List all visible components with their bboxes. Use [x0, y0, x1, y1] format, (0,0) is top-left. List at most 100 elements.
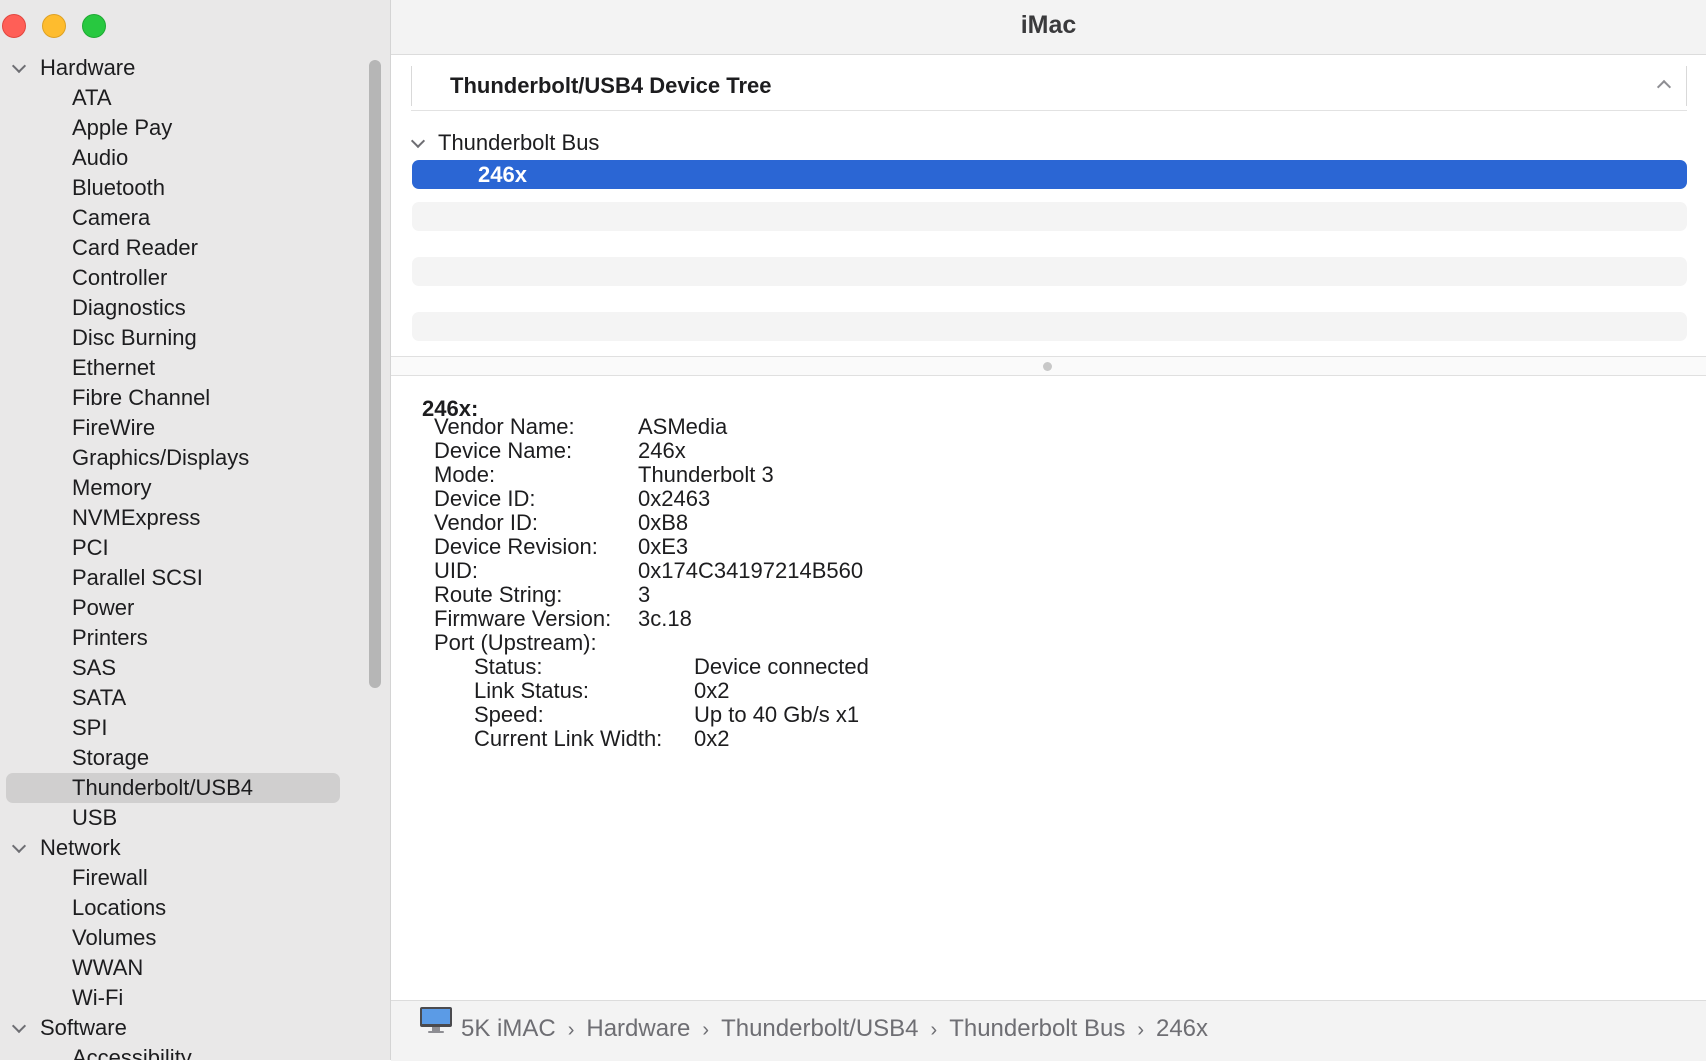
split-view-divider[interactable]	[391, 356, 1706, 376]
sidebar-item-bluetooth[interactable]: Bluetooth	[0, 173, 390, 203]
sidebar-item-power[interactable]: Power	[0, 593, 390, 623]
sidebar-item-wi-fi[interactable]: Wi-Fi	[0, 983, 390, 1013]
sidebar-item-volumes[interactable]: Volumes	[0, 923, 390, 953]
sidebar-item-firewire[interactable]: FireWire	[0, 413, 390, 443]
chevron-right-icon: ›	[567, 1019, 575, 1041]
sidebar-item-label: SATA	[72, 685, 127, 710]
sidebar-group-label: Software	[40, 1015, 127, 1040]
property-label: Device ID:	[434, 486, 536, 511]
tree-empty-row	[412, 312, 1687, 341]
sidebar-item-label: Ethernet	[72, 355, 156, 380]
sidebar-item-thunderbolt-usb4[interactable]: Thunderbolt/USB4	[0, 773, 390, 803]
property-label: Vendor ID:	[434, 510, 538, 535]
sidebar-group-network[interactable]: Network	[0, 833, 390, 863]
chevron-down-icon[interactable]	[11, 838, 27, 854]
property-value: 0x174C34197214B560	[638, 558, 864, 583]
sidebar-item-memory[interactable]: Memory	[0, 473, 390, 503]
chevron-down-icon[interactable]	[11, 1018, 27, 1034]
sidebar-item-label: USB	[72, 805, 118, 830]
sidebar-item-firewall[interactable]: Firewall	[0, 863, 390, 893]
breadcrumb-item[interactable]: Thunderbolt Bus	[949, 1015, 1125, 1042]
sidebar-item-ata[interactable]: ATA	[0, 83, 390, 113]
sidebar-item-label: Controller	[72, 265, 168, 290]
breadcrumb-item[interactable]: Thunderbolt/USB4	[721, 1015, 918, 1042]
sidebar-group-hardware[interactable]: Hardware	[0, 53, 390, 83]
device-tree-header: Thunderbolt/USB4 Device Tree	[411, 66, 1687, 111]
sidebar-item-label: Disc Burning	[72, 325, 197, 350]
property-value: 0x2463	[638, 486, 711, 511]
port-property-label: Status:	[474, 654, 543, 679]
chevron-right-icon: ›	[930, 1019, 938, 1041]
sidebar-item-nvmexpress[interactable]: NVMExpress	[0, 503, 390, 533]
sidebar-item-fibre-channel[interactable]: Fibre Channel	[0, 383, 390, 413]
chevron-down-icon[interactable]	[11, 58, 27, 74]
sidebar-group-software[interactable]: Software	[0, 1013, 390, 1043]
sidebar-item-pci[interactable]: PCI	[0, 533, 390, 563]
sidebar-item-label: Wi-Fi	[72, 985, 124, 1010]
header-divider	[411, 66, 412, 106]
close-window-button[interactable]	[2, 14, 26, 38]
property-label: Device Revision:	[434, 534, 598, 559]
minimize-window-button[interactable]	[42, 14, 66, 38]
port-property-value: 0x2	[694, 678, 730, 703]
sidebar-item-spi[interactable]: SPI	[0, 713, 390, 743]
sidebar-item-sas[interactable]: SAS	[0, 653, 390, 683]
sidebar-group-label: Network	[40, 835, 121, 860]
main-pane: iMac Thunderbolt/USB4 Device Tree Thunde…	[391, 0, 1706, 1061]
sidebar-item-disc-burning[interactable]: Disc Burning	[0, 323, 390, 353]
chevron-up-icon[interactable]	[1656, 79, 1672, 95]
sidebar-list: Hardware ATA Apple Pay Audio Bluetooth Camera…	[0, 53, 390, 1060]
sidebar-item-accessibility[interactable]: Accessibility	[0, 1043, 390, 1060]
sidebar-item-camera[interactable]: Camera	[0, 203, 390, 233]
sidebar-item-label: PCI	[72, 535, 109, 560]
chevron-right-icon: ›	[702, 1019, 710, 1041]
sidebar-item-locations[interactable]: Locations	[0, 893, 390, 923]
tree-row-device-selected[interactable]: 246x	[412, 160, 1687, 189]
sidebar-item-label: Thunderbolt/USB4	[72, 775, 253, 800]
sidebar-item-parallel-scsi[interactable]: Parallel SCSI	[0, 563, 390, 593]
tree-empty-row	[412, 202, 1687, 231]
sidebar-item-label: Bluetooth	[72, 175, 165, 200]
sidebar-item-ethernet[interactable]: Ethernet	[0, 353, 390, 383]
sidebar-item-label: Apple Pay	[72, 115, 173, 140]
breadcrumb: 5K iMAC › Hardware › Thunderbolt/USB4 › Thunde…	[419, 1001, 1208, 1058]
breadcrumb-item[interactable]: 246x	[1156, 1015, 1208, 1042]
sidebar-item-card-reader[interactable]: Card Reader	[0, 233, 390, 263]
property-value: 0xE3	[638, 534, 689, 559]
port-property-label: Link Status:	[474, 678, 589, 703]
sidebar-item-printers[interactable]: Printers	[0, 623, 390, 653]
path-bar: 5K iMAC › Hardware › Thunderbolt/USB4 › Thunde…	[391, 1000, 1706, 1061]
tree-empty-row	[412, 257, 1687, 286]
sidebar-item-label: Diagnostics	[72, 295, 186, 320]
divider-handle[interactable]	[1043, 362, 1052, 371]
property-value: 3	[638, 582, 651, 607]
property-label: Vendor Name:	[434, 414, 575, 439]
sidebar-item-controller[interactable]: Controller	[0, 263, 390, 293]
sidebar-item-sata[interactable]: SATA	[0, 683, 390, 713]
sidebar-item-apple-pay[interactable]: Apple Pay	[0, 113, 390, 143]
sidebar-item-wwan[interactable]: WWAN	[0, 953, 390, 983]
breadcrumb-item[interactable]: 5K iMAC	[461, 1015, 556, 1042]
tree-row-thunderbolt-bus[interactable]: Thunderbolt Bus	[410, 128, 599, 158]
sidebar-item-label: Firewall	[72, 865, 148, 890]
sidebar-scrollbar[interactable]	[369, 60, 381, 688]
detail-pane: 246x: Vendor Name: ASMedia Device Name: 246…	[391, 374, 1706, 1000]
sidebar-item-label: Audio	[72, 145, 129, 170]
property-value: Thunderbolt 3	[638, 462, 774, 487]
sidebar-item-label: Graphics/Displays	[72, 445, 250, 470]
zoom-window-button[interactable]	[82, 14, 106, 38]
header-divider	[1686, 66, 1687, 106]
sidebar: Hardware ATA Apple Pay Audio Bluetooth Camera…	[0, 0, 391, 1060]
sidebar-item-label: NVMExpress	[72, 505, 201, 530]
sidebar-item-label: Fibre Channel	[72, 385, 211, 410]
sidebar-item-graphics-displays[interactable]: Graphics/Displays	[0, 443, 390, 473]
sidebar-item-storage[interactable]: Storage	[0, 743, 390, 773]
breadcrumb-item[interactable]: Hardware	[586, 1015, 690, 1042]
sidebar-item-audio[interactable]: Audio	[0, 143, 390, 173]
sidebar-item-usb[interactable]: USB	[0, 803, 390, 833]
property-label: Route String:	[434, 582, 563, 607]
sidebar-item-diagnostics[interactable]: Diagnostics	[0, 293, 390, 323]
sidebar-item-label: Parallel SCSI	[72, 565, 203, 590]
sidebar-item-label: WWAN	[72, 955, 144, 980]
sidebar-item-label: Storage	[72, 745, 150, 770]
